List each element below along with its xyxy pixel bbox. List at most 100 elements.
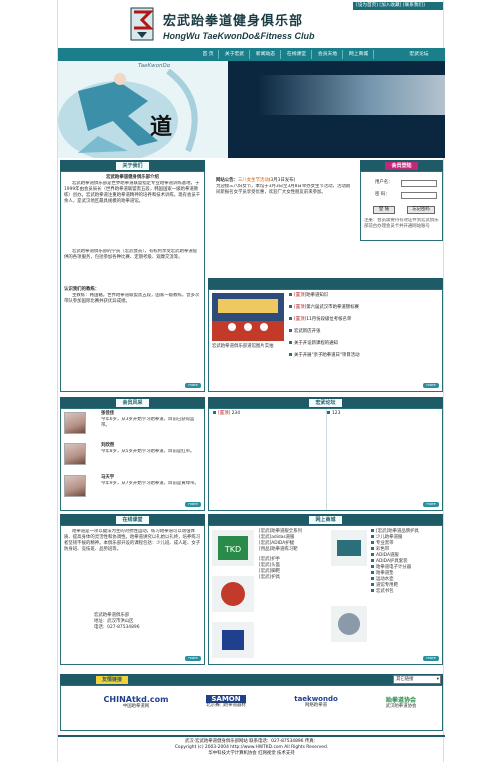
news-item[interactable]: [置顶]11月份段级位考核名单	[289, 317, 351, 323]
about-paragraph-3: 主教练：韩国籍，世界跆拳道联盟黑五段，国家一级教练，曾多次带队参加国际比赛并获优…	[64, 293, 200, 304]
password-input[interactable]	[401, 192, 437, 199]
gym-photo-caption: 宏武跆拳道俱乐部道馆图片实拍	[212, 344, 274, 349]
links-panel-title: 友情链接	[96, 675, 129, 684]
forum-divider	[326, 409, 327, 510]
login-button[interactable]: 登 陆	[373, 206, 395, 214]
product-image	[331, 530, 367, 566]
chevron-down-icon: ▾	[436, 677, 439, 682]
product-image	[212, 622, 254, 658]
mall-more-button[interactable]: more	[423, 656, 439, 661]
class-panel: 跆拳道是一项以腿法为主的对抗性运动，练习跆拳道可以增强体质、提高身体的灵活性和协…	[60, 525, 205, 665]
about-paragraph-1: 宏武跆拳道俱乐部是世界跆拳道联盟指定专业跆拳道训练基地，于1999年由会员局长（…	[64, 181, 201, 204]
announcement-text: 为迎接三八妇女节，本馆于3月3日至3月8日举办女生节活动，活动期间新报名女学员享…	[216, 184, 351, 195]
nav-forum[interactable]: 宏武论坛	[402, 50, 436, 59]
member-photo	[64, 443, 86, 465]
logo-chinese-text: 宏武跆拳道健身俱乐部	[163, 14, 304, 29]
page-container: [设为首页] [加入收藏] [联系我们] 宏武跆拳道健身俱乐部 HongWu T…	[57, 0, 445, 762]
login-panel-title: 会员登陆	[385, 161, 418, 170]
username-label: 用户名：	[375, 180, 393, 185]
members-panel-header: 会员风采	[60, 397, 205, 408]
main-navbar: 首 页 关于宏武 新闻动态 在线课堂 会员天地 网上商城 宏武论坛	[58, 48, 445, 61]
forgot-password-button[interactable]: 忘记密码	[407, 206, 435, 214]
nav-home[interactable]: 首 页	[198, 50, 219, 59]
banner-dao-character: 道	[150, 114, 173, 140]
link-logo[interactable]: 跆拳道协会 武汉跆拳道协会	[366, 689, 436, 719]
member-photo	[64, 475, 86, 497]
forum-panel-title: 宏武论坛	[309, 398, 342, 407]
announcement-panel: 网站公告：三八女生节活动(3月3日发布) 为迎接三八妇女节，本馆于3月3日至3月…	[208, 160, 358, 268]
forum-topic-left[interactable]: [置顶] 234	[213, 411, 240, 417]
login-note: 注册：会员需要持有效证件到宏武俱乐部前台办理会员卡并开通网站账号	[364, 218, 439, 229]
nav-mall[interactable]: 网上商城	[344, 50, 374, 59]
nav-classroom[interactable]: 在线课堂	[282, 50, 312, 59]
announcement-date: (3月3日发布)	[268, 178, 296, 183]
password-label: 密 码：	[375, 192, 390, 197]
forum-topic-right[interactable]: 123	[327, 411, 340, 417]
news-panel: 宏武跆拳道俱乐部道馆图片实拍 [置顶]跆拳道知识 [置顶]第六届武汉市跆拳道锦标…	[208, 289, 443, 392]
news-item[interactable]: 关于开设新课程的通知	[289, 341, 338, 347]
member-desc: 今年8岁，从5岁开始学习跆拳道，目前是红带。	[101, 449, 195, 454]
mall-panel-title: 网上商城	[309, 515, 342, 524]
username-input[interactable]	[401, 180, 437, 187]
svg-text:TKD: TKD	[224, 545, 241, 554]
login-panel-header: 会员登陆	[360, 160, 443, 171]
forum-panel-header: 宏武论坛	[208, 397, 443, 408]
forum-more-button[interactable]: more	[423, 502, 439, 507]
links-select[interactable]: 其它链接 ▾	[393, 675, 441, 684]
login-panel: 用户名： 密 码： 登 陆 忘记密码 注册：会员需要持有效证件到宏武俱乐部前台办…	[360, 171, 443, 241]
news-item[interactable]: 关于开展"亲子跆拳道日"项目活动	[289, 353, 360, 359]
members-panel-title: 会员风采	[116, 398, 149, 407]
mall-list-left: [宏武]跆拳道服全系列 [宏武]adidas道服 [宏武]ADIDA护腿 [用品…	[259, 529, 327, 581]
logo-emblem-icon	[130, 7, 154, 41]
about-panel: 宏武跆拳道健身俱乐部介绍 宏武跆拳道俱乐部是世界跆拳道联盟指定专业跆拳道训练基地…	[60, 171, 205, 392]
links-panel-header: 友情链接	[60, 674, 443, 685]
mall-panel: TKD [宏武]跆拳道服全系列 [宏武]adidas道服 [宏武]ADIDA护腿…	[208, 525, 443, 665]
about-panel-title: 关于我们	[116, 161, 149, 170]
member-photo	[64, 412, 86, 434]
link-logo[interactable]: SAMON 北京赛门跆拳道器材	[191, 689, 261, 719]
about-more-button[interactable]: more	[185, 383, 201, 388]
news-more-button[interactable]: more	[423, 383, 439, 388]
mall-item[interactable]: 宏武书包	[371, 589, 441, 595]
nav-members[interactable]: 会员天地	[313, 50, 343, 59]
mall-panel-header: 网上商城	[208, 514, 443, 525]
nav-about[interactable]: 关于宏武	[220, 50, 250, 59]
news-item[interactable]: [置顶]第六届武汉市跆拳道锦标赛	[289, 305, 359, 311]
product-image	[212, 576, 254, 612]
members-more-button[interactable]: more	[185, 502, 201, 507]
link-logo[interactable]: taekwondo 网络跆拳道	[281, 689, 351, 719]
footer: 武汉·宏武跆拳道健身俱乐部网站 联系电话：027-87534896 传真： Co…	[58, 735, 445, 762]
links-panel: CHINAtkd.com 中国跆拳道网 SAMON 北京赛门跆拳道器材 taek…	[60, 685, 443, 731]
link-logo[interactable]: CHINAtkd.com 中国跆拳道网	[101, 689, 171, 719]
member-desc: 今年9岁，从7岁开始学习跆拳道，目前是黄绿带。	[101, 481, 199, 486]
site-logo[interactable]: 宏武跆拳道健身俱乐部 HongWu TaeKwonDo&Fitness Club	[123, 4, 353, 46]
news-panel-header	[208, 278, 443, 289]
product-image: TKD	[212, 530, 254, 566]
class-contact-phone: 电话：027-87534896	[94, 625, 140, 630]
announcement-label: 网站公告：	[216, 178, 238, 183]
members-panel: 张佳佳 今年6岁，从3岁开始学习跆拳道，目前已获得蓝带。 刘欣然 今年8岁，从5…	[60, 408, 205, 511]
mall-list-right: [宏武]跆拳道品牌护具 少儿跆拳道服 专业黑带 彩色带 ADIDA道服 ADID…	[371, 529, 441, 595]
class-panel-title: 在线课堂	[116, 515, 149, 524]
about-panel-header: 关于我们	[60, 160, 205, 171]
news-item[interactable]: 宏武新店开张	[289, 329, 320, 335]
banner-figure-image	[58, 61, 228, 158]
class-paragraph: 跆拳道是一项以腿法为主的对抗性运动，练习跆拳道可以增强体质、提高身体的灵活性和协…	[64, 529, 201, 552]
forum-panel: [置顶] 234 123 more	[208, 408, 443, 511]
about-paragraph-2: 宏武跆拳道俱乐部的学员（宏武会员），有权利享受宏武跆拳道提供的各项服务，包括参加…	[64, 249, 198, 260]
product-image	[331, 606, 367, 642]
gym-photo-image	[212, 293, 284, 341]
banner-watermark: TaeKwonDo	[138, 63, 171, 69]
banner-light-streak	[258, 75, 445, 115]
hero-banner: TaeKwonDo 道	[58, 61, 445, 158]
mall-item[interactable]: [宏武]护具	[259, 575, 327, 581]
class-more-button[interactable]: more	[185, 656, 201, 661]
top-links[interactable]: [设为首页] [加入收藏] [联系我们]	[353, 2, 443, 10]
nav-news[interactable]: 新闻动态	[251, 50, 281, 59]
news-item[interactable]: [置顶]跆拳道知识	[289, 293, 328, 299]
logo-english-text: HongWu TaeKwonDo&Fitness Club	[163, 31, 315, 41]
member-desc: 今年6岁，从3岁开始学习跆拳道，目前已获得蓝带。	[101, 417, 195, 428]
class-panel-header: 在线课堂	[60, 514, 205, 525]
footer-line-3: 华中科技大学计算机协会 红网视觉 技术支持	[208, 751, 295, 756]
announcement-link[interactable]: 三八女生节活动	[238, 178, 269, 183]
